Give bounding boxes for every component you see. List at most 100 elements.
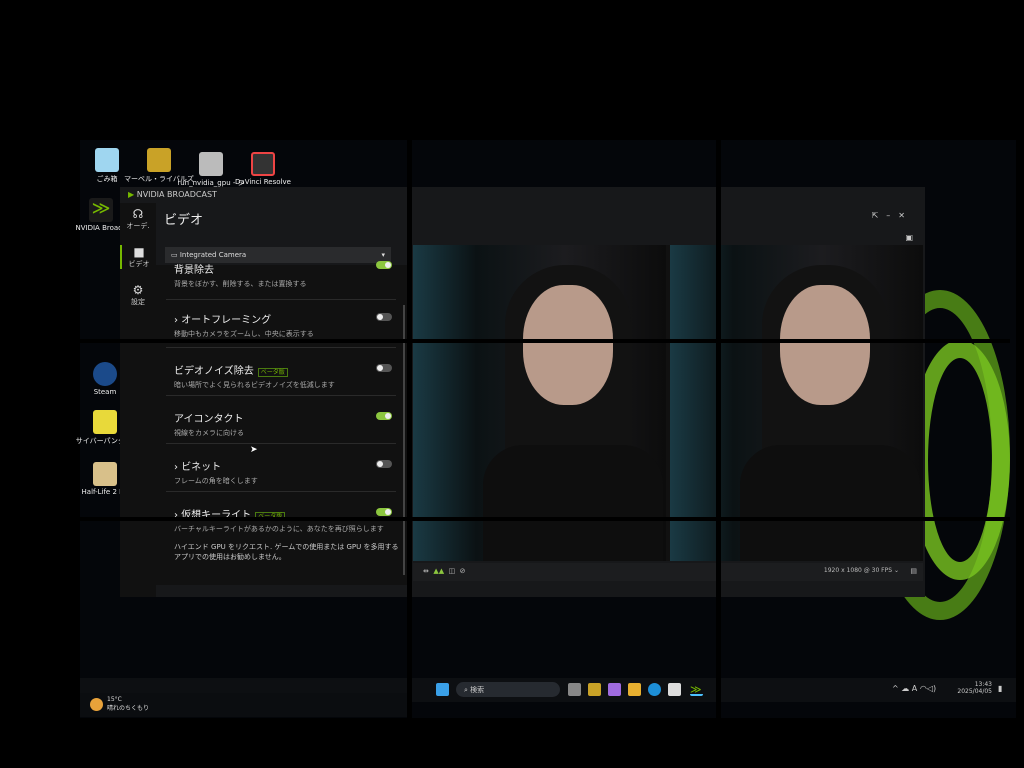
volume-icon[interactable]: ◁) xyxy=(927,684,936,693)
mouse-cursor-icon: ➤ xyxy=(250,445,258,455)
effect-desc: 暗い場所でよく見られるビデオノイズを低減します xyxy=(174,381,335,389)
file-explorer-icon[interactable] xyxy=(628,683,641,696)
nvidia-broadcast-icon: ≫ xyxy=(89,198,113,222)
effect-title: アイコンタクト xyxy=(174,414,244,425)
effect-desc: バーチャルキーライトがあるかのように、あなたを再び照らします xyxy=(174,525,384,533)
effects-list: 背景除去 背景をぼかす、削除する、または置換する › オートフレーミング 移動中もカ… xyxy=(156,261,408,585)
video-wall-seam xyxy=(80,339,1010,343)
preview-before xyxy=(413,245,666,561)
toggle-eye-contact[interactable] xyxy=(376,412,392,420)
compare-icon[interactable]: ⇹ xyxy=(423,567,429,575)
notification-icon[interactable]: ▮ xyxy=(998,684,1002,693)
effect-eye-contact: アイコンタクト 視線をカメラに向ける xyxy=(174,410,400,438)
preview-after xyxy=(670,245,923,561)
hide-preview-icon[interactable]: ⊘ xyxy=(460,567,466,575)
nav-settings[interactable]: ⚙ 設定 xyxy=(120,283,156,307)
scrollbar[interactable] xyxy=(403,305,405,575)
effect-desc: 背景をぼかす、削除する、または置換する xyxy=(174,280,307,288)
effect-title: オートフレーミング xyxy=(181,315,272,326)
nav-audio[interactable]: ☊ オーデ. xyxy=(120,207,156,231)
feedback-icon[interactable]: ▣ xyxy=(905,233,913,242)
chevron-down-icon: ▾ xyxy=(381,251,385,259)
effect-desc: 視線をカメラに向ける xyxy=(174,429,244,437)
system-tray: ^ ☁ A ◠◁) xyxy=(892,684,936,693)
divider xyxy=(166,443,396,444)
wallpaper-swirl-inner xyxy=(910,340,1010,580)
video-wall-seam xyxy=(407,140,412,720)
task-view-icon[interactable] xyxy=(568,683,581,696)
effect-background-removal: 背景除去 背景をぼかす、削除する、または置換する xyxy=(174,261,400,289)
desktop-icon-davinci[interactable]: DaVinci Resolve xyxy=(228,152,298,186)
effect-vignette[interactable]: › ビネット フレームの角を暗くします xyxy=(174,458,400,486)
weather-widget[interactable]: 15°C 晴れのちくもり xyxy=(80,693,410,717)
chevron-up-icon[interactable]: ^ xyxy=(892,684,899,693)
people-icon[interactable]: ▲▲ xyxy=(433,567,444,575)
copilot-icon[interactable] xyxy=(608,683,621,696)
effect-video-noise: ビデオノイズ除去 ベータ版 暗い場所でよく見られるビデオノイズを低減します xyxy=(174,362,400,390)
pin-icon[interactable]: ⇱ xyxy=(872,211,887,220)
effect-title: ビデオノイズ除去 xyxy=(174,366,254,377)
nvidia-broadcast-taskbar-icon[interactable]: ≫ xyxy=(690,683,703,696)
nvidia-broadcast-window: ▶ NVIDIA BROADCAST ⇱–✕ ▣ ☊ オーデ. ■ ビデオ ⚙ 設定 … xyxy=(120,187,925,597)
icon-label: Steam xyxy=(93,388,117,396)
cloud-icon[interactable]: ☁ xyxy=(901,684,909,693)
nav-label: 設定 xyxy=(131,298,145,306)
icon-label: ごみ箱 xyxy=(96,175,118,183)
clock[interactable]: 13:43 2025/04/05 xyxy=(946,681,992,695)
recycle-bin-icon xyxy=(95,148,119,172)
video-wall-seam xyxy=(80,517,1010,521)
resolution-select[interactable]: 1920 x 1080 @ 30 FPS ⌄ xyxy=(824,567,899,574)
preview-toolbar: ⇹ ▲▲ ◫ ⊘ 1920 x 1080 @ 30 FPS ⌄ ▤ xyxy=(413,563,923,581)
effect-autoframing[interactable]: › オートフレーミング 移動中もカメラをズームし、中央に表示する xyxy=(174,311,400,339)
weather-icon xyxy=(90,698,103,711)
minimize-button[interactable]: – xyxy=(886,211,898,220)
snapshot-icon[interactable]: ◫ xyxy=(449,567,456,575)
toggle-autoframing[interactable] xyxy=(376,313,392,321)
time: 13:43 xyxy=(974,681,992,688)
video-wall-seam xyxy=(716,140,721,720)
icon-label: NVIDIA Broadc xyxy=(75,224,127,232)
video-preview xyxy=(413,245,923,561)
cyberpunk-icon xyxy=(93,410,117,434)
display-settings-icon[interactable]: ▤ xyxy=(910,567,917,575)
nav-label: オーデ. xyxy=(126,222,150,230)
divider xyxy=(166,299,396,300)
close-button[interactable]: ✕ xyxy=(898,211,913,220)
weather-temp: 15°C xyxy=(107,696,122,703)
toggle-video-noise[interactable] xyxy=(376,364,392,372)
effect-desc: 移動中もカメラをズームし、中央に表示する xyxy=(174,330,314,338)
half-life-icon xyxy=(93,462,117,486)
headphones-icon: ☊ xyxy=(132,207,144,221)
wifi-icon[interactable]: ◠ xyxy=(920,684,927,693)
divider xyxy=(166,395,396,396)
nav-label: ビデオ xyxy=(128,260,150,268)
toggle-virtual-key-light[interactable] xyxy=(376,508,392,516)
window-controls: ⇱–✕ xyxy=(872,211,913,220)
toggle-vignette[interactable] xyxy=(376,460,392,468)
effect-desc: フレームの角を暗くします xyxy=(174,477,258,485)
edge-icon[interactable] xyxy=(648,683,661,696)
date: 2025/04/05 xyxy=(957,688,992,695)
search-box[interactable]: ⌕ 検索 xyxy=(456,682,560,697)
steam-icon xyxy=(93,362,117,386)
ime-indicator[interactable]: A xyxy=(912,684,917,693)
divider xyxy=(166,347,396,348)
davinci-icon xyxy=(251,152,275,176)
nvidia-logo-icon: ▶ xyxy=(128,190,137,199)
weather-desc: 晴れのちくもり xyxy=(107,705,150,712)
icon-label: DaVinci Resolve xyxy=(235,178,291,186)
title-bar: ▶ NVIDIA BROADCAST xyxy=(128,190,217,199)
effect-virtual-key-light[interactable]: › 仮想キーライトベータ版バーチャルキーライトがあるかのように、あなたを再び照ら… xyxy=(174,506,400,562)
camera-icon: ■ xyxy=(133,245,145,259)
app-title: NVIDIA BROADCAST xyxy=(136,190,217,199)
start-icon[interactable] xyxy=(436,683,449,696)
store-icon[interactable] xyxy=(668,683,681,696)
page-title: ビデオ xyxy=(164,213,204,228)
toggle-background-removal[interactable] xyxy=(376,261,392,269)
effect-note: ハイエンド GPU をリクエスト. ゲームでの使用または GPU を多用するアプ… xyxy=(174,543,399,561)
marvel-rivals-taskbar-icon[interactable] xyxy=(588,683,601,696)
marvel-rivals-icon xyxy=(147,148,171,172)
gear-icon: ⚙ xyxy=(132,283,144,297)
search-label: 検索 xyxy=(470,686,485,694)
nav-video[interactable]: ■ ビデオ xyxy=(120,245,156,269)
